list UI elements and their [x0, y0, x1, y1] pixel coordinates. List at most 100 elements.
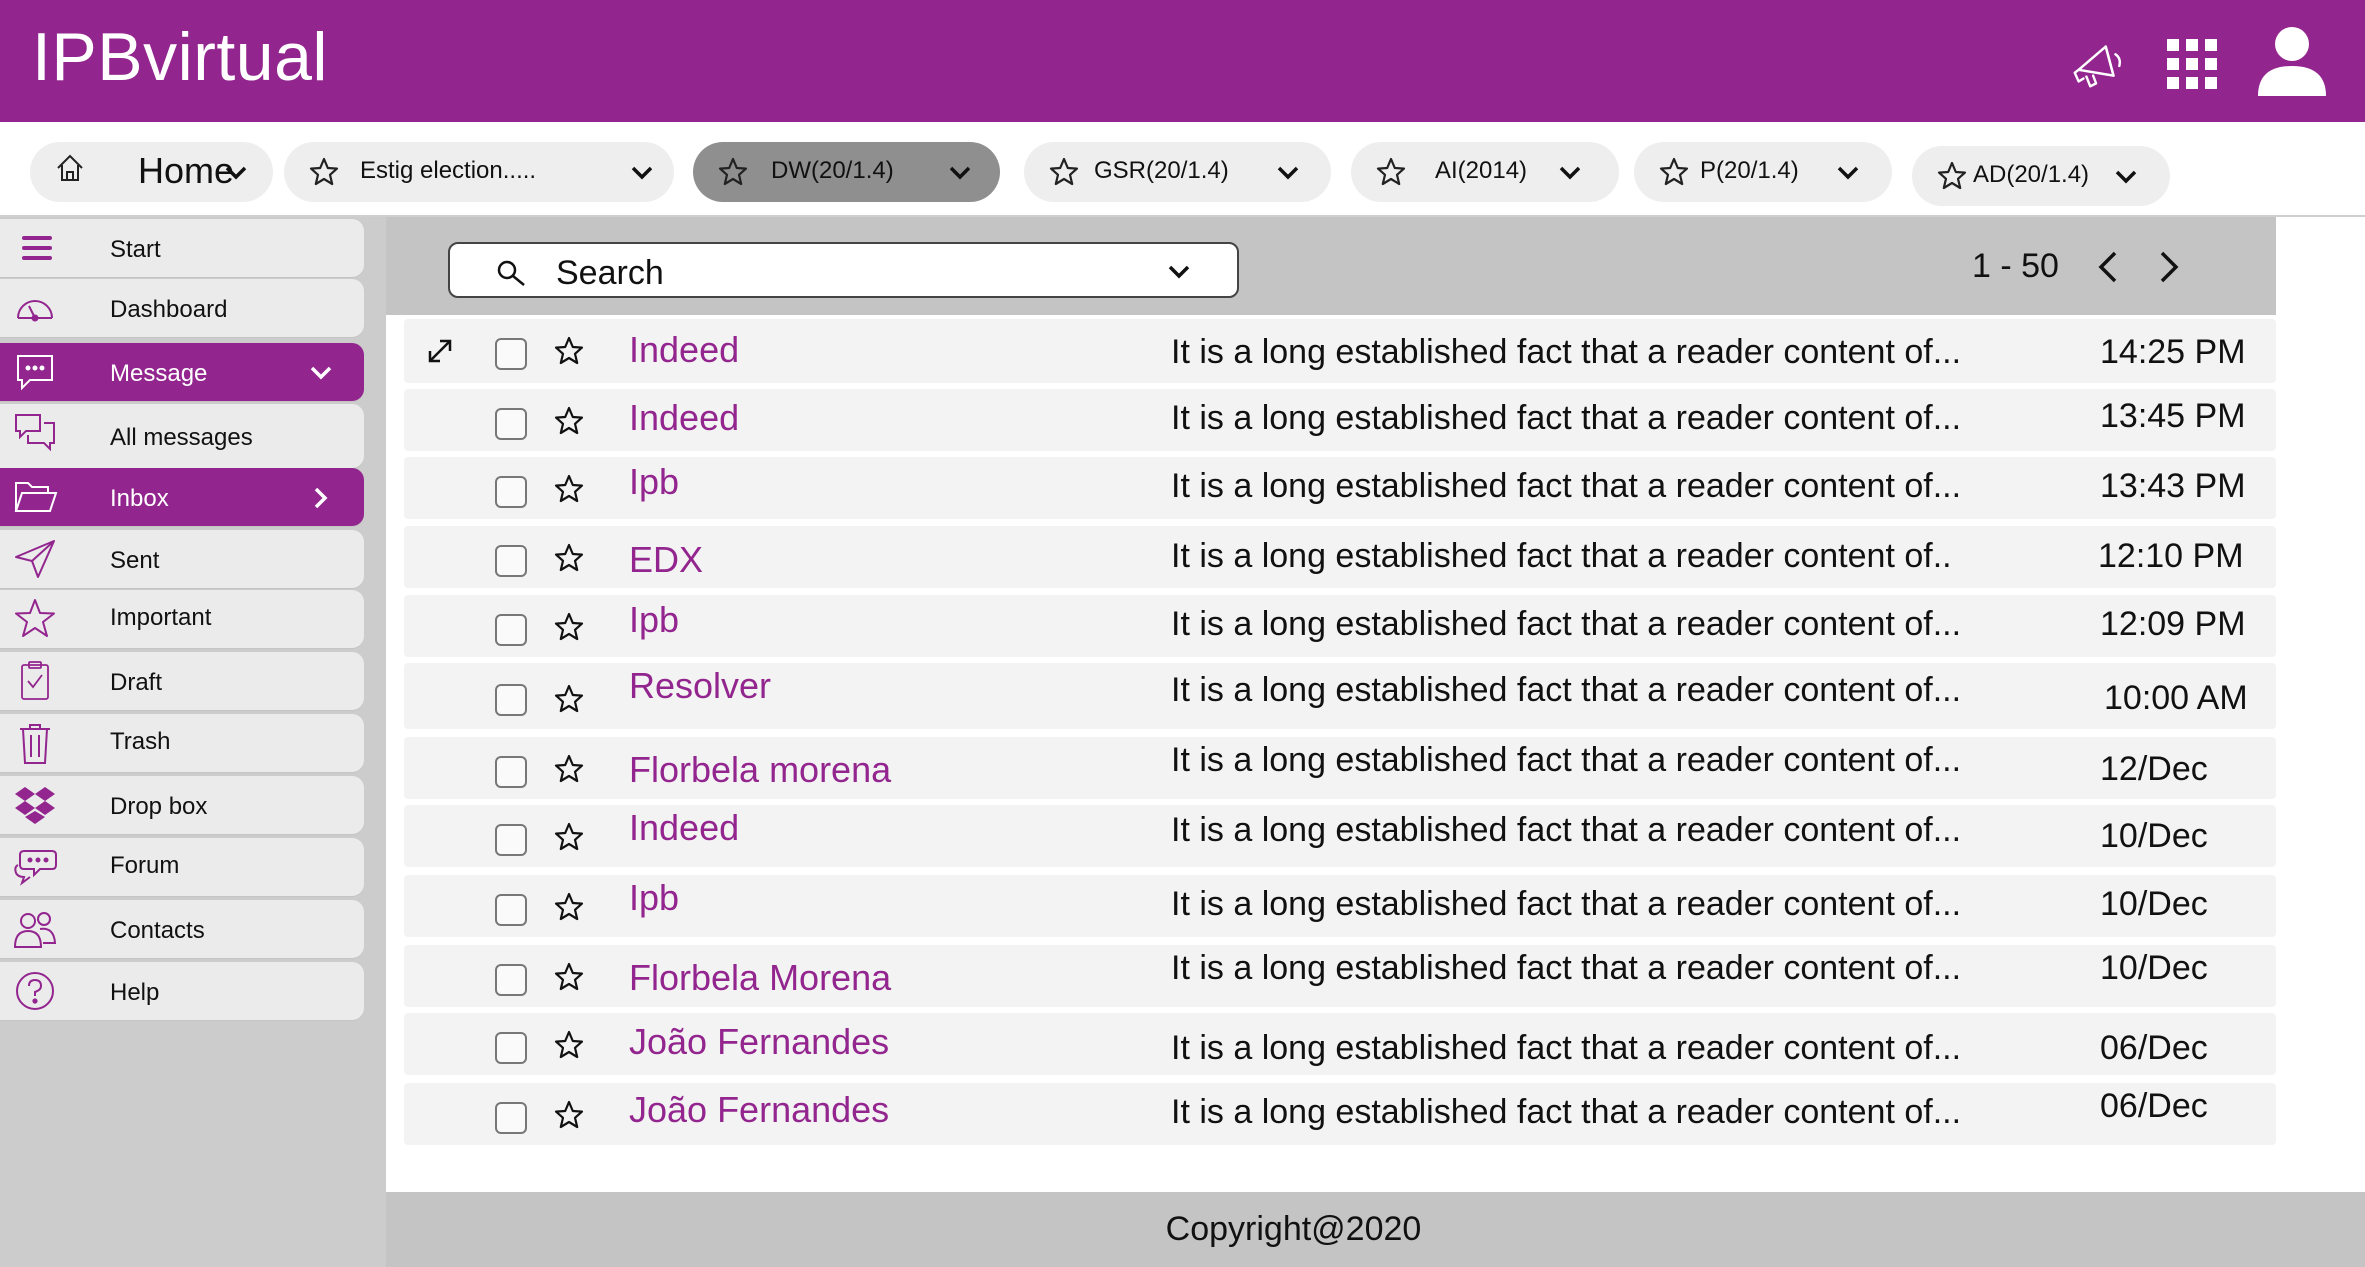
- message-preview: It is a long established fact that a rea…: [1171, 741, 1962, 779]
- sidebar-item-start[interactable]: Start: [0, 219, 364, 277]
- message-row[interactable]: Florbela morena It is a long established…: [404, 737, 2276, 799]
- message-checkbox[interactable]: [495, 824, 527, 856]
- message-sender: João Fernandes: [629, 1089, 890, 1130]
- star-icon[interactable]: [553, 335, 585, 367]
- sidebar-item-label: Inbox: [110, 485, 169, 512]
- sidebar-item-dashboard[interactable]: Dashboard: [0, 279, 364, 337]
- message-row[interactable]: Ipb It is a long established fact that a…: [404, 595, 2276, 657]
- tab-gsr[interactable]: GSR(20/1.4): [1024, 142, 1331, 202]
- sidebar-item-label: Contacts: [110, 917, 205, 944]
- message-row[interactable]: EDX It is a long established fact that a…: [404, 526, 2276, 588]
- sidebar-item-drop-box[interactable]: Drop box: [0, 776, 364, 834]
- message-preview: It is a long established fact that a rea…: [1171, 605, 1962, 643]
- sidebar-item-message[interactable]: Message: [0, 343, 364, 401]
- star-icon: [309, 157, 339, 186]
- sidebar-item-help[interactable]: Help: [0, 962, 364, 1020]
- search-label: Search: [556, 254, 664, 292]
- expand-icon[interactable]: [426, 337, 454, 365]
- message-checkbox[interactable]: [495, 684, 527, 716]
- star-icon[interactable]: [553, 542, 585, 574]
- star-icon: [1049, 157, 1079, 186]
- message-checkbox[interactable]: [495, 338, 527, 370]
- star-icon[interactable]: [553, 821, 585, 853]
- message-row[interactable]: João Fernandes It is a long established …: [404, 1083, 2276, 1145]
- message-checkbox[interactable]: [495, 545, 527, 577]
- message-row[interactable]: Ipb It is a long established fact that a…: [404, 875, 2276, 937]
- sidebar-item-label: Drop box: [110, 793, 208, 820]
- message-time: 06/Dec: [2100, 1029, 2208, 1067]
- app-title: IPBvirtual: [32, 19, 328, 95]
- hamburger-menu-icon: [22, 236, 52, 260]
- message-checkbox[interactable]: [495, 756, 527, 788]
- message-row[interactable]: Indeed It is a long established fact tha…: [404, 389, 2276, 451]
- message-row[interactable]: Ipb It is a long established fact that a…: [404, 457, 2276, 519]
- dropbox-icon: [15, 787, 55, 824]
- star-icon[interactable]: [553, 473, 585, 505]
- apps-grid-icon[interactable]: [2152, 24, 2232, 104]
- message-sender: Florbela Morena: [629, 957, 892, 998]
- tab-estig-election[interactable]: Estig election.....: [284, 142, 674, 202]
- chevron-right-icon[interactable]: [2148, 247, 2188, 287]
- message-row[interactable]: Indeed It is a long established fact tha…: [404, 319, 2276, 383]
- message-sender: Indeed: [629, 397, 740, 438]
- message-checkbox[interactable]: [495, 408, 527, 440]
- message-row[interactable]: João Fernandes It is a long established …: [404, 1013, 2276, 1075]
- sidebar-item-inbox[interactable]: Inbox: [0, 468, 364, 526]
- sidebar-item-all-messages[interactable]: All messages: [0, 404, 364, 468]
- chevron-down-icon: [310, 366, 332, 380]
- sidebar-item-label: Important: [110, 604, 212, 631]
- message-preview: It is a long established fact that a rea…: [1171, 811, 1962, 849]
- sidebar: Start Dashboard Message All messages Inb…: [0, 217, 386, 1267]
- chevron-down-icon: [1559, 166, 1581, 180]
- chevron-left-icon[interactable]: [2089, 247, 2129, 287]
- sidebar-item-label: Draft: [110, 669, 163, 696]
- message-checkbox[interactable]: [495, 614, 527, 646]
- sidebar-item-contacts[interactable]: Contacts: [0, 900, 364, 958]
- star-icon: [1659, 157, 1689, 186]
- message-toolbar: Search 1 - 50: [386, 217, 2276, 315]
- user-account-icon[interactable]: [2252, 20, 2332, 100]
- sidebar-item-sent[interactable]: Sent: [0, 530, 364, 588]
- sidebar-item-forum[interactable]: Forum: [0, 838, 364, 896]
- chevron-down-icon[interactable]: [1165, 258, 1193, 286]
- star-icon: [15, 599, 55, 637]
- message-preview: It is a long established fact that a rea…: [1171, 949, 1962, 987]
- tab-p[interactable]: P(20/1.4): [1634, 142, 1892, 202]
- tab-ai[interactable]: AI(2014): [1351, 142, 1619, 202]
- star-icon[interactable]: [553, 683, 585, 715]
- star-icon[interactable]: [553, 753, 585, 785]
- tab-label: AI(2014): [1435, 157, 1528, 184]
- star-icon[interactable]: [553, 1099, 585, 1131]
- message-sender: Indeed: [629, 807, 740, 848]
- message-row[interactable]: Indeed It is a long established fact tha…: [404, 805, 2276, 867]
- tab-label: Estig election.....: [360, 157, 537, 184]
- star-icon[interactable]: [553, 891, 585, 923]
- star-icon[interactable]: [553, 405, 585, 437]
- star-icon[interactable]: [553, 1029, 585, 1061]
- message-checkbox[interactable]: [495, 964, 527, 996]
- sidebar-item-trash[interactable]: Trash: [0, 714, 364, 772]
- search-input[interactable]: Search: [448, 242, 1239, 298]
- message-preview: It is a long established fact that a rea…: [1171, 399, 1962, 437]
- tab-home[interactable]: Home: [30, 142, 273, 202]
- sidebar-item-important[interactable]: Important: [0, 590, 364, 648]
- star-icon[interactable]: [553, 611, 585, 643]
- message-row[interactable]: Resolver It is a long established fact t…: [404, 663, 2276, 729]
- help-icon: [16, 972, 54, 1010]
- chevron-down-icon: [1277, 166, 1299, 180]
- chevron-down-icon: [1837, 166, 1859, 180]
- message-preview: It is a long established fact that a rea…: [1171, 671, 1962, 709]
- message-sender: Ipb: [629, 461, 680, 502]
- message-checkbox[interactable]: [495, 1032, 527, 1064]
- megaphone-icon[interactable]: [2058, 24, 2138, 104]
- message-checkbox[interactable]: [495, 476, 527, 508]
- folder-open-icon: [14, 482, 58, 512]
- message-row[interactable]: Florbela Morena It is a long established…: [404, 945, 2276, 1007]
- star-icon[interactable]: [553, 961, 585, 993]
- tab-dw[interactable]: DW(20/1.4): [693, 142, 1000, 202]
- message-checkbox[interactable]: [495, 1102, 527, 1134]
- sidebar-item-draft[interactable]: Draft: [0, 652, 364, 710]
- sidebar-item-label: Dashboard: [110, 296, 228, 323]
- tab-ad[interactable]: AD(20/1.4): [1912, 146, 2170, 206]
- message-checkbox[interactable]: [495, 894, 527, 926]
